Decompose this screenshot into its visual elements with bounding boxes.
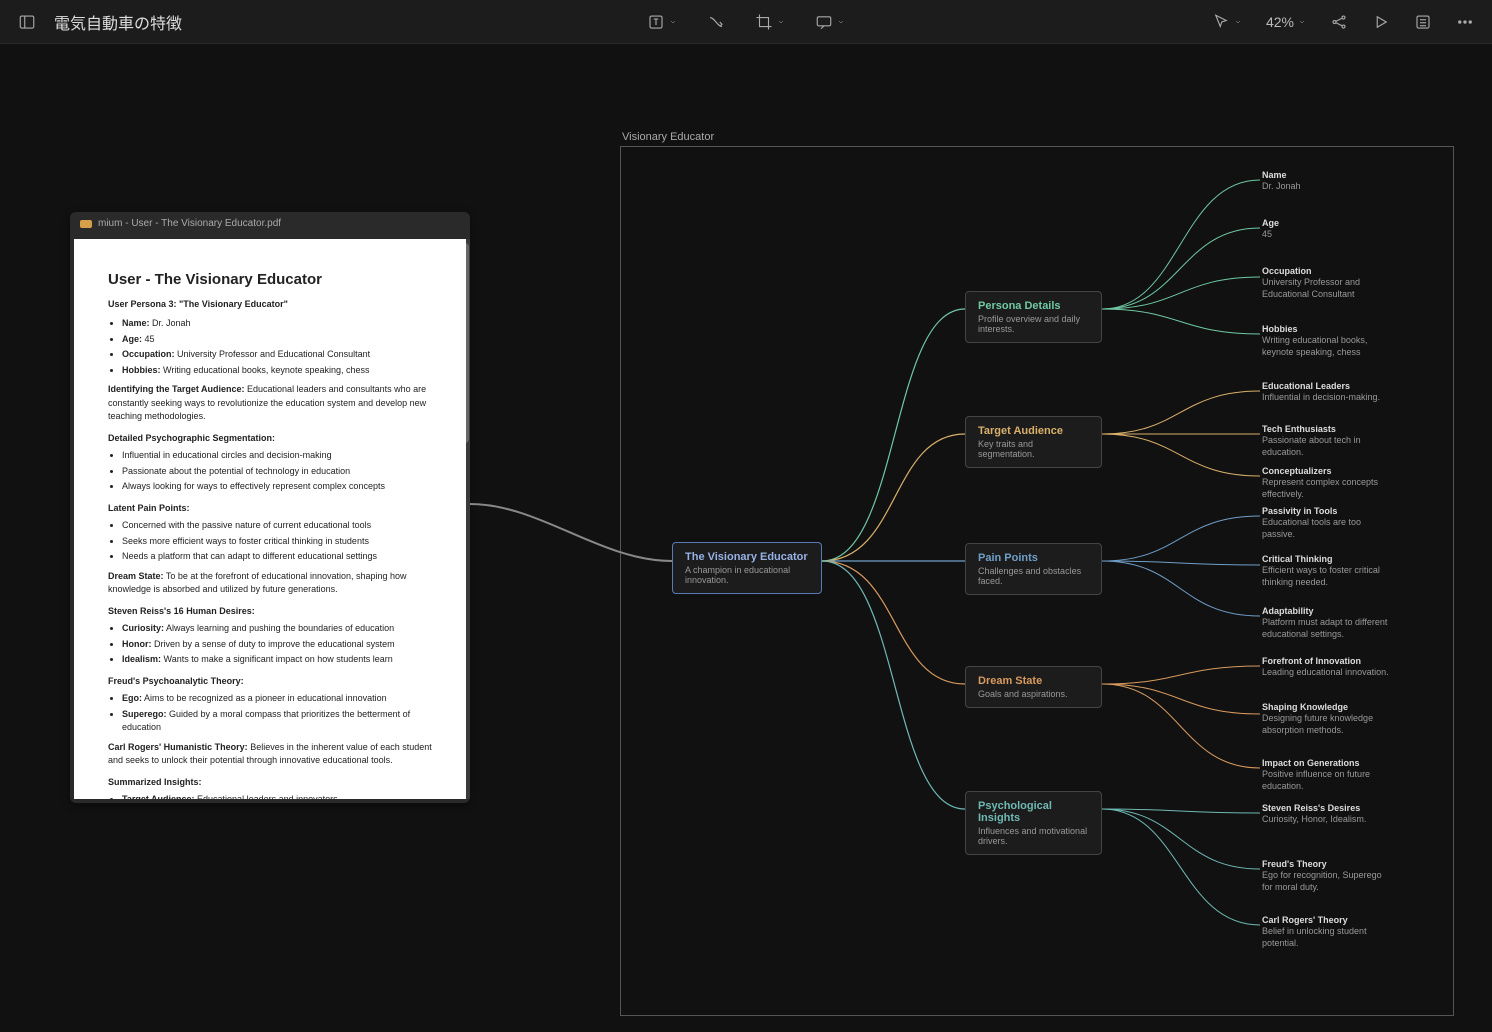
present-button[interactable] [1366,9,1396,35]
leaf-node[interactable]: HobbiesWriting educational books, keynot… [1262,324,1392,358]
chevron-down-icon [669,18,677,26]
zoom-control[interactable]: 42% [1260,10,1312,34]
frame-tool-button[interactable] [749,9,791,35]
canvas[interactable]: mium - User - The Visionary Educator.pdf… [0,44,1492,1032]
leaf-node[interactable]: Tech EnthusiastsPassionate about tech in… [1262,424,1392,458]
branch-node-persona[interactable]: Persona Details Profile overview and dai… [965,291,1102,343]
more-menu-button[interactable] [1450,9,1480,35]
frame-title[interactable]: Visionary Educator [622,131,714,143]
leaf-node[interactable]: Carl Rogers' TheoryBelief in unlocking s… [1262,915,1392,949]
pointer-icon [1212,13,1230,31]
connector-tool-button[interactable] [701,9,731,35]
chevron-down-icon [1234,18,1242,26]
leaf-node[interactable]: NameDr. Jonah [1262,170,1301,193]
comment-tool-button[interactable] [809,9,851,35]
leaf-node[interactable]: Steven Reiss's DesiresCuriosity, Honor, … [1262,803,1366,826]
list-icon [1414,13,1432,31]
pointer-tool-button[interactable] [1206,9,1248,35]
attachment-tab: mium - User - The Visionary Educator.pdf [70,212,470,235]
document-title: 電気自動車の特徴 [54,10,182,34]
attachment-card[interactable]: mium - User - The Visionary Educator.pdf… [70,212,470,803]
chevron-down-icon [777,18,785,26]
zoom-level: 42% [1266,14,1294,30]
leaf-node[interactable]: Forefront of InnovationLeading education… [1262,656,1389,679]
text-tool-button[interactable] [641,9,683,35]
chevron-down-icon [837,18,845,26]
comment-icon [815,13,833,31]
ellipsis-icon [1456,13,1474,31]
node-title: The Visionary Educator [685,551,809,563]
leaf-node[interactable]: Educational LeadersInfluential in decisi… [1262,381,1380,404]
mindmap-root-node[interactable]: The Visionary Educator A champion in edu… [672,542,822,594]
branch-node-psych[interactable]: Psychological Insights Influences and mo… [965,791,1102,855]
branch-node-pain[interactable]: Pain Points Challenges and obstacles fac… [965,543,1102,595]
leaf-node[interactable]: ConceptualizersRepresent complex concept… [1262,466,1392,500]
leaf-node[interactable]: Passivity in ToolsEducational tools are … [1262,506,1392,540]
text-icon [647,13,665,31]
chevron-down-icon [1298,18,1306,26]
outline-button[interactable] [1408,9,1438,35]
connector-icon [707,13,725,31]
leaf-node[interactable]: Impact on GenerationsPositive influence … [1262,758,1392,792]
panel-icon [18,13,36,31]
leaf-node[interactable]: Freud's TheoryEgo for recognition, Super… [1262,859,1392,893]
share-icon [1330,13,1348,31]
attachment-filename: mium - User - The Visionary Educator.pdf [98,218,281,229]
leaf-node[interactable]: Shaping KnowledgeDesigning future knowle… [1262,702,1392,736]
file-type-badge [80,220,92,228]
play-icon [1372,13,1390,31]
branch-node-dream[interactable]: Dream State Goals and aspirations. [965,666,1102,708]
leaf-node[interactable]: AdaptabilityPlatform must adapt to diffe… [1262,606,1392,640]
pdf-page: User - The Visionary Educator User Perso… [74,239,466,799]
crop-icon [755,13,773,31]
sidebar-toggle-button[interactable] [12,9,42,35]
pdf-heading: User - The Visionary Educator [108,269,432,292]
leaf-node[interactable]: Critical ThinkingEfficient ways to foste… [1262,554,1392,588]
share-button[interactable] [1324,9,1354,35]
top-toolbar: 電気自動車の特徴 42% [0,0,1492,44]
leaf-node[interactable]: OccupationUniversity Professor and Educa… [1262,266,1392,300]
branch-node-target[interactable]: Target Audience Key traits and segmentat… [965,416,1102,468]
leaf-node[interactable]: Age45 [1262,218,1279,241]
node-subtitle: A champion in educational innovation. [685,565,809,585]
pdf-persona-line: User Persona 3: "The Visionary Educator" [108,298,432,312]
